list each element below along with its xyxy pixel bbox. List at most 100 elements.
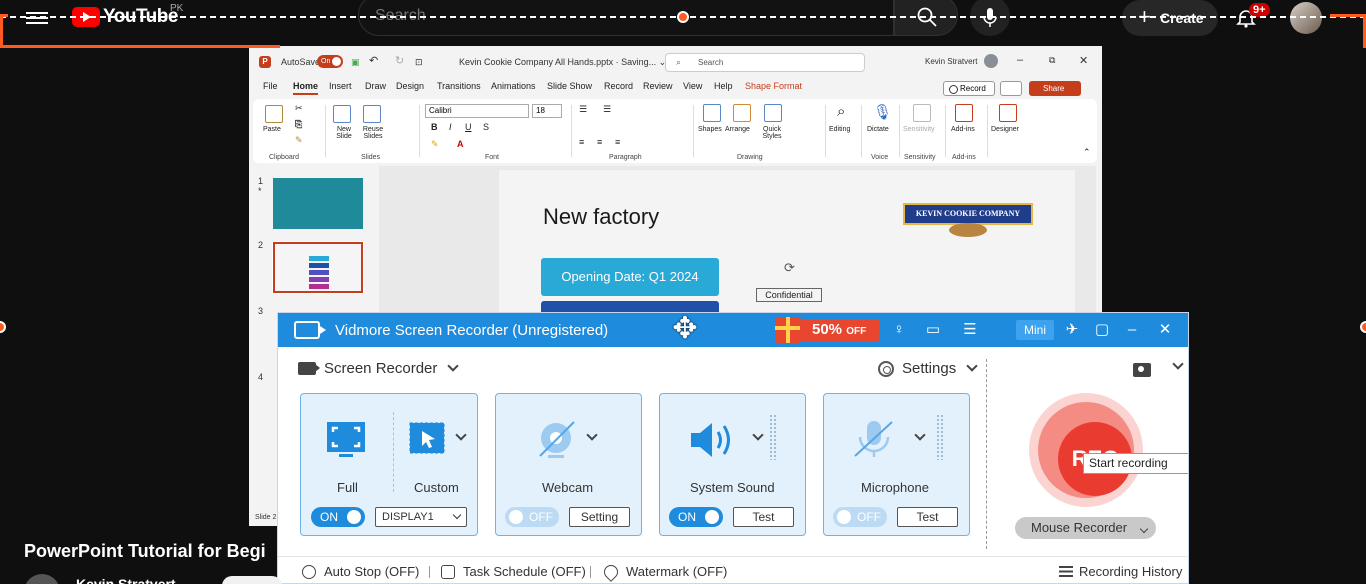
designer-icon[interactable] bbox=[999, 104, 1017, 122]
align-left-icon[interactable]: ≡ bbox=[579, 137, 584, 147]
chevron-down-icon[interactable] bbox=[586, 429, 598, 441]
minimize-icon[interactable]: – bbox=[1123, 321, 1141, 339]
pin-icon[interactable]: ✈ bbox=[1063, 321, 1081, 339]
chevron-down-icon[interactable] bbox=[752, 429, 764, 441]
system-sound-test-button[interactable]: Test bbox=[733, 507, 794, 527]
tab-design[interactable]: Design bbox=[396, 81, 424, 91]
promo-badge[interactable]: 50% OFF bbox=[800, 319, 880, 341]
share-button[interactable]: Share bbox=[1029, 81, 1081, 96]
underline-icon[interactable]: U bbox=[465, 122, 472, 132]
document-title[interactable]: Kevin Cookie Company All Hands.pptx · Sa… bbox=[459, 57, 666, 68]
numbering-icon[interactable]: ☰ bbox=[603, 104, 611, 115]
editing-search-icon[interactable]: ⌕ bbox=[837, 103, 845, 120]
compact-icon[interactable]: ▢ bbox=[1093, 321, 1111, 339]
auto-stop-button[interactable]: Auto Stop (OFF) bbox=[302, 564, 419, 579]
bold-icon[interactable]: B bbox=[431, 122, 438, 132]
tab-shape-format[interactable]: Shape Format bbox=[745, 81, 802, 91]
minimize-icon[interactable]: – bbox=[1017, 54, 1023, 66]
chat-icon[interactable]: ▭ bbox=[924, 321, 942, 339]
channel-avatar[interactable] bbox=[24, 574, 60, 584]
close-icon[interactable]: ✕ bbox=[1156, 321, 1174, 339]
tab-insert[interactable]: Insert bbox=[329, 81, 352, 91]
restore-icon[interactable]: ⧉ bbox=[1049, 55, 1055, 66]
microphone-test-button[interactable]: Test bbox=[897, 507, 958, 527]
tab-home[interactable]: Home bbox=[293, 81, 319, 95]
chevron-down-icon[interactable] bbox=[914, 429, 926, 441]
chevron-down-icon[interactable] bbox=[1172, 358, 1184, 370]
microphone-off-icon[interactable] bbox=[852, 418, 896, 462]
font-color-icon[interactable]: A bbox=[457, 139, 464, 149]
resize-handle-top[interactable] bbox=[677, 11, 689, 23]
task-schedule-button[interactable]: Task Schedule (OFF) bbox=[441, 564, 586, 579]
close-icon[interactable]: ✕ bbox=[1079, 54, 1088, 67]
collapse-ribbon-icon[interactable]: ⌃ bbox=[1083, 147, 1091, 158]
tab-review[interactable]: Review bbox=[643, 81, 673, 91]
tab-view[interactable]: View bbox=[683, 81, 702, 91]
copy-icon[interactable]: ⎘ bbox=[295, 119, 302, 130]
ppt-search-box[interactable]: ⌕ Search bbox=[665, 53, 865, 72]
display-select[interactable]: DISPLAY1 bbox=[375, 507, 467, 527]
mini-button[interactable]: Mini bbox=[1016, 320, 1054, 340]
align-center-icon[interactable]: ≡ bbox=[597, 137, 602, 147]
opening-date-box[interactable]: Opening Date: Q1 2024 bbox=[541, 258, 719, 296]
tab-record[interactable]: Record bbox=[604, 81, 633, 91]
full-toggle[interactable]: ON bbox=[311, 507, 365, 527]
font-name-select[interactable]: Calibri bbox=[425, 104, 529, 118]
youtube-search-box[interactable] bbox=[358, 0, 894, 36]
key-icon[interactable]: ♀ bbox=[890, 321, 908, 339]
slide-thumbnail-2[interactable] bbox=[272, 241, 364, 294]
webcam-toggle[interactable]: OFF bbox=[505, 507, 559, 527]
microphone-toggle[interactable]: OFF bbox=[833, 507, 887, 527]
settings-dropdown[interactable]: Settings bbox=[878, 360, 978, 377]
comment-button[interactable] bbox=[1000, 81, 1022, 96]
resize-handle-left[interactable] bbox=[0, 321, 6, 333]
recorder-title-bar[interactable]: Vidmore Screen Recorder (Unregistered) ✥… bbox=[278, 313, 1188, 347]
tab-transitions[interactable]: Transitions bbox=[437, 81, 481, 91]
bullets-icon[interactable]: ☰ bbox=[579, 104, 587, 115]
new-slide-icon[interactable] bbox=[333, 105, 351, 123]
rotate-handle-icon[interactable]: ⟳ bbox=[784, 260, 795, 276]
full-screen-icon[interactable] bbox=[325, 420, 367, 460]
reuse-slides-icon[interactable] bbox=[363, 105, 381, 123]
save-icon[interactable]: ▣ bbox=[351, 57, 360, 68]
confidential-textbox[interactable]: Confidential bbox=[756, 288, 822, 302]
ppt-user-avatar[interactable] bbox=[984, 54, 998, 68]
slide-thumbnail-1[interactable] bbox=[273, 178, 363, 229]
tab-animations[interactable]: Animations bbox=[491, 81, 536, 91]
watermark-button[interactable]: Watermark (OFF) bbox=[601, 561, 727, 582]
subscribe-button[interactable] bbox=[222, 576, 282, 584]
webcam-off-icon[interactable] bbox=[536, 418, 580, 462]
voice-search-button[interactable] bbox=[970, 0, 1010, 36]
present-icon[interactable]: ⊡ bbox=[415, 57, 423, 68]
redo-icon[interactable]: ↻ bbox=[395, 54, 404, 67]
addins-icon[interactable] bbox=[955, 104, 973, 122]
strikethrough-icon[interactable]: S bbox=[483, 122, 489, 132]
arrange-icon[interactable] bbox=[733, 104, 751, 122]
highlight-icon[interactable]: ✎ bbox=[431, 139, 439, 150]
menu-icon[interactable]: ☰ bbox=[961, 321, 979, 339]
align-right-icon[interactable]: ≡ bbox=[615, 137, 620, 147]
tab-slide-show[interactable]: Slide Show bbox=[547, 81, 592, 91]
user-name[interactable]: Kevin Stratvert bbox=[925, 57, 977, 66]
tab-help[interactable]: Help bbox=[714, 81, 733, 91]
tab-draw[interactable]: Draw bbox=[365, 81, 386, 91]
youtube-search-button[interactable] bbox=[894, 0, 958, 36]
mouse-recorder-button[interactable]: Mouse Recorder bbox=[1015, 517, 1156, 539]
dictate-mic-icon[interactable]: 🎙 bbox=[873, 103, 892, 121]
menu-icon[interactable] bbox=[26, 9, 48, 27]
webcam-setting-button[interactable]: Setting bbox=[569, 507, 630, 527]
format-painter-icon[interactable]: ✎ bbox=[295, 135, 303, 146]
custom-region-icon[interactable] bbox=[407, 420, 449, 460]
chevron-down-icon[interactable] bbox=[455, 429, 467, 441]
quick-styles-icon[interactable] bbox=[764, 104, 782, 122]
resize-handle-right[interactable] bbox=[1360, 321, 1366, 333]
gift-icon[interactable] bbox=[775, 317, 801, 343]
screen-recorder-dropdown[interactable]: Screen Recorder bbox=[298, 360, 460, 377]
font-size-select[interactable]: 18 bbox=[532, 104, 562, 118]
shapes-icon[interactable] bbox=[703, 104, 721, 122]
channel-name[interactable]: Kevin Stratvert bbox=[76, 576, 176, 584]
system-sound-toggle[interactable]: ON bbox=[669, 507, 723, 527]
undo-icon[interactable]: ↶ bbox=[369, 54, 378, 67]
ppt-record-button[interactable]: Record bbox=[943, 81, 995, 96]
paste-icon[interactable] bbox=[265, 105, 283, 123]
